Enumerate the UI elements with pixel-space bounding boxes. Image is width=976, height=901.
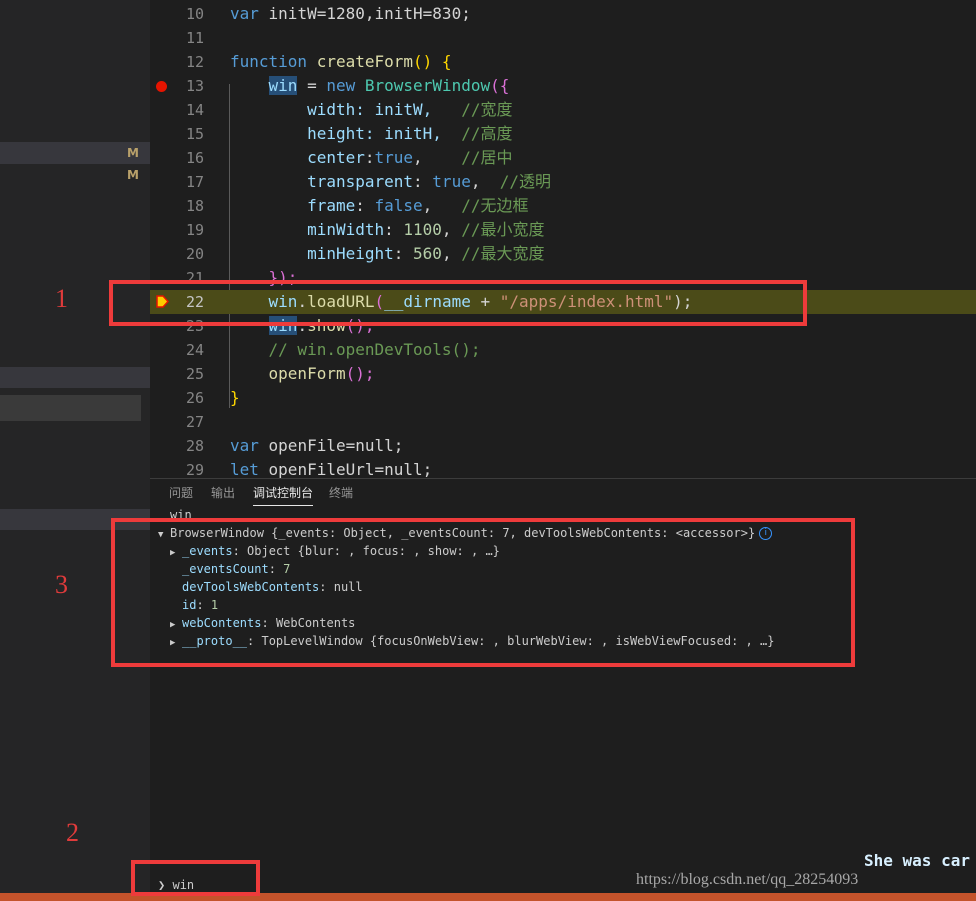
annotation-box-1 xyxy=(109,280,807,326)
tab-problems[interactable]: 问题 xyxy=(169,484,193,505)
line-number: 13 xyxy=(185,77,204,95)
code-line[interactable]: 13 win = new BrowserWindow({ xyxy=(150,74,976,98)
explorer-sidebar: M M xyxy=(0,0,150,901)
line-number: 17 xyxy=(185,173,204,191)
watermark: https://blog.csdn.net/qq_28254093 xyxy=(636,871,859,888)
line-number: 25 xyxy=(185,365,204,383)
annotation-label-2: 2 xyxy=(66,818,79,847)
code-line[interactable]: 18 frame: false, //无边框 xyxy=(150,194,976,218)
line-number: 18 xyxy=(185,197,204,215)
code-line[interactable]: 28 var openFile=null; xyxy=(150,434,976,458)
sidebar-row[interactable] xyxy=(0,395,141,421)
code-line[interactable]: 25 openForm(); xyxy=(150,362,976,386)
sidebar-row[interactable] xyxy=(0,367,150,388)
line-number: 10 xyxy=(185,5,204,23)
line-number: 29 xyxy=(185,461,204,478)
line-number: 27 xyxy=(185,413,204,431)
line-number: 24 xyxy=(185,341,204,359)
code-line[interactable]: 14 width: initW, //宽度 xyxy=(150,98,976,122)
code-line[interactable]: 10 var initW=1280,initH=830; xyxy=(150,2,976,26)
code-line[interactable]: 16 center:true, //居中 xyxy=(150,146,976,170)
line-number: 11 xyxy=(185,29,204,47)
line-number: 26 xyxy=(185,389,204,407)
code-line[interactable]: 24 // win.openDevTools(); xyxy=(150,338,976,362)
code-line[interactable]: 11 xyxy=(150,26,976,50)
line-number: 20 xyxy=(185,245,204,263)
code-editor[interactable]: 10 var initW=1280,initH=830; 11 12 funct… xyxy=(150,0,976,478)
code-line[interactable]: 15 height: initH, //高度 xyxy=(150,122,976,146)
line-number: 16 xyxy=(185,149,204,167)
line-number: 15 xyxy=(185,125,204,143)
code-line[interactable]: 29 let openFileUrl=null; xyxy=(150,458,976,478)
line-number: 12 xyxy=(185,53,204,71)
code-line[interactable]: 12 function createForm() { xyxy=(150,50,976,74)
code-line[interactable]: 19 minWidth: 1100, //最小宽度 xyxy=(150,218,976,242)
code-line[interactable]: 27 xyxy=(150,410,976,434)
tab-debug-console[interactable]: 调试控制台 xyxy=(253,484,314,506)
tab-terminal[interactable]: 终端 xyxy=(329,484,353,505)
annotation-label-1: 1 xyxy=(55,284,68,313)
video-subtitle: She was car xyxy=(864,851,970,870)
modified-badge: M xyxy=(127,168,139,182)
line-number: 28 xyxy=(185,437,204,455)
annotation-box-2 xyxy=(131,860,260,896)
code-line[interactable]: 17 transparent: true, //透明 xyxy=(150,170,976,194)
modified-badge: M xyxy=(127,146,139,160)
line-number: 19 xyxy=(185,221,204,239)
tab-output[interactable]: 输出 xyxy=(211,484,235,505)
code-line[interactable]: 20 minHeight: 560, //最大宽度 xyxy=(150,242,976,266)
annotation-label-3: 3 xyxy=(55,570,68,599)
annotation-box-3 xyxy=(111,518,855,667)
line-number: 14 xyxy=(185,101,204,119)
code-line[interactable]: 26 } xyxy=(150,386,976,410)
